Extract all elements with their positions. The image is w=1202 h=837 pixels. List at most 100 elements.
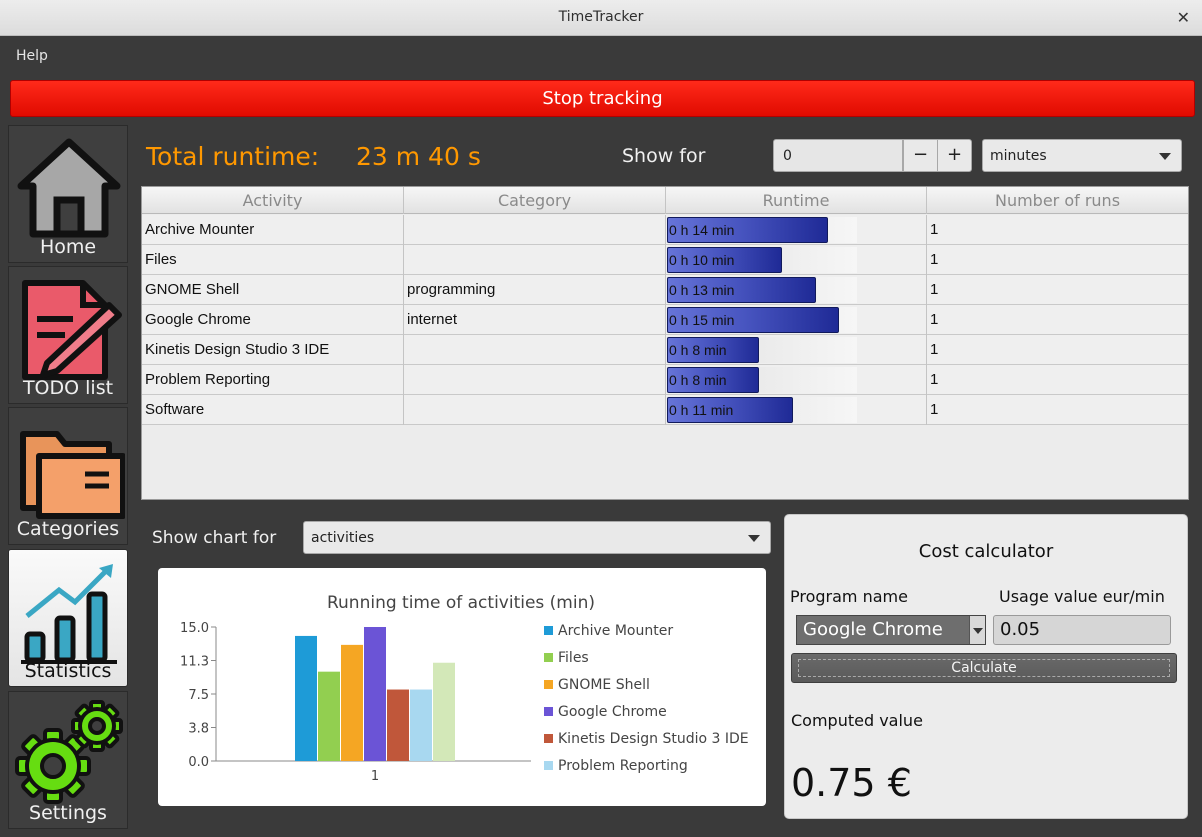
- menu-help[interactable]: Help: [16, 48, 48, 64]
- chart-bar: [295, 635, 317, 761]
- folder-icon: [9, 414, 129, 524]
- usage-value-label: Usage value eur/min: [999, 587, 1165, 606]
- close-icon[interactable]: ✕: [1177, 8, 1190, 27]
- activity-cell: Archive Mounter: [142, 215, 404, 245]
- activity-cell: Problem Reporting: [142, 365, 404, 395]
- chevron-down-icon: [1159, 153, 1171, 160]
- runtime-text: 0 h 13 min: [669, 282, 735, 298]
- time-unit-select[interactable]: minutes: [982, 139, 1182, 172]
- chevron-down-icon: [748, 535, 760, 542]
- legend-label: Google Chrome: [558, 704, 667, 720]
- chart-bar: [364, 627, 386, 761]
- chevron-down-icon: [969, 616, 985, 644]
- menu-bar: Help: [0, 37, 1202, 75]
- chart-bar: [433, 662, 455, 761]
- runtime-progress-bar: 0 h 13 min: [667, 277, 857, 303]
- cost-calculator-panel: Cost calculator Program name Usage value…: [784, 514, 1188, 819]
- legend-swatch: [544, 734, 553, 743]
- table-row[interactable]: GNOME Shell programming 0 h 13 min 1: [142, 275, 1188, 305]
- runs-cell: 1: [930, 311, 939, 328]
- chart-type-value: activities: [311, 530, 375, 546]
- runtime-progress-bar: 0 h 15 min: [667, 307, 857, 333]
- y-tick-label: 7.5: [188, 688, 209, 703]
- legend-label: Archive Mounter: [558, 623, 673, 639]
- sidebar-item-label: Statistics: [24, 660, 112, 682]
- activity-cell: Google Chrome: [142, 305, 404, 335]
- table-row[interactable]: Kinetis Design Studio 3 IDE 0 h 8 min 1: [142, 335, 1188, 365]
- sidebar: Home TODO list Categories Statistics Set…: [8, 125, 128, 833]
- sidebar-item-todo-list[interactable]: TODO list: [8, 266, 128, 404]
- time-unit-value: minutes: [990, 148, 1047, 164]
- table-row[interactable]: Problem Reporting 0 h 8 min 1: [142, 365, 1188, 395]
- runtime-text: 0 h 8 min: [669, 372, 727, 388]
- show-for-input[interactable]: 0: [773, 139, 903, 172]
- column-header-category[interactable]: Category: [404, 187, 666, 214]
- calculate-button-label: Calculate: [798, 659, 1170, 677]
- stop-tracking-button[interactable]: Stop tracking: [10, 80, 1195, 117]
- sidebar-item-label: Home: [39, 236, 97, 258]
- runs-cell: 1: [930, 401, 939, 418]
- sidebar-item-home[interactable]: Home: [8, 125, 128, 263]
- sidebar-item-label: Categories: [16, 518, 120, 540]
- table-row[interactable]: Google Chrome internet 0 h 15 min 1: [142, 305, 1188, 335]
- sidebar-item-settings[interactable]: Settings: [8, 691, 128, 829]
- statistics-chart-icon: [9, 556, 129, 666]
- legend-swatch: [544, 626, 553, 635]
- runtime-text: 0 h 8 min: [669, 342, 727, 358]
- sidebar-item-statistics[interactable]: Statistics: [8, 549, 128, 687]
- chart-title: Running time of activities (min): [327, 593, 595, 613]
- runtime-progress-bar: 0 h 8 min: [667, 337, 857, 363]
- table-row[interactable]: Files 0 h 10 min 1: [142, 245, 1188, 275]
- runtime-progress-bar: 0 h 10 min: [667, 247, 857, 273]
- legend-swatch: [544, 761, 553, 770]
- sidebar-item-label: TODO list: [22, 377, 114, 399]
- chart-type-select[interactable]: activities: [303, 521, 771, 554]
- program-name-value: Google Chrome: [803, 619, 943, 640]
- sidebar-item-label: Settings: [29, 802, 107, 824]
- program-name-label: Program name: [790, 587, 908, 606]
- y-tick-label: 11.3: [180, 655, 209, 670]
- y-tick-label: 3.8: [188, 722, 209, 737]
- runtime-cell: 0 h 8 min: [666, 335, 927, 365]
- category-cell: [404, 335, 666, 365]
- sidebar-item-categories[interactable]: Categories: [8, 407, 128, 545]
- column-header-runs[interactable]: Number of runs: [927, 187, 1188, 214]
- runtime-cell: 0 h 8 min: [666, 365, 927, 395]
- legend-swatch: [544, 680, 553, 689]
- chart-bar: [410, 689, 432, 761]
- gears-icon: [9, 698, 129, 808]
- program-name-select[interactable]: Google Chrome: [796, 615, 986, 645]
- table-row[interactable]: Software 0 h 11 min 1: [142, 395, 1188, 425]
- show-chart-for-label: Show chart for: [152, 528, 277, 548]
- table-header: Activity Category Runtime Number of runs: [142, 187, 1188, 214]
- runtime-text: 0 h 14 min: [669, 222, 735, 238]
- runs-cell: 1: [930, 341, 939, 358]
- category-cell: [404, 395, 666, 425]
- home-icon: [9, 132, 129, 242]
- todo-document-icon: [9, 273, 129, 383]
- activity-cell: Kinetis Design Studio 3 IDE: [142, 335, 404, 365]
- x-tick-label: 1: [371, 769, 379, 784]
- title-bar: TimeTracker ✕: [0, 0, 1202, 36]
- column-header-runtime[interactable]: Runtime: [666, 187, 927, 214]
- decrement-button[interactable]: −: [903, 139, 938, 172]
- cost-calculator-title: Cost calculator: [918, 541, 1054, 562]
- legend-label: GNOME Shell: [558, 677, 650, 693]
- runtime-cell: 0 h 10 min: [666, 245, 927, 275]
- runs-cell: 1: [930, 221, 939, 238]
- usage-value-input[interactable]: 0.05: [993, 615, 1171, 645]
- calculate-button[interactable]: Calculate: [791, 653, 1177, 683]
- category-cell: programming: [404, 275, 666, 305]
- activity-cell: GNOME Shell: [142, 275, 404, 305]
- column-header-activity[interactable]: Activity: [142, 187, 404, 214]
- runtime-cell: 0 h 14 min: [666, 215, 927, 245]
- increment-button[interactable]: +: [937, 139, 972, 172]
- table-row[interactable]: Archive Mounter 0 h 14 min 1: [142, 215, 1188, 245]
- runs-cell: 1: [930, 281, 939, 298]
- chart-bar: [387, 689, 409, 761]
- runtime-cell: 0 h 13 min: [666, 275, 927, 305]
- activity-cell: Software: [142, 395, 404, 425]
- category-cell: [404, 365, 666, 395]
- category-cell: internet: [404, 305, 666, 335]
- window-title: TimeTracker: [558, 9, 644, 25]
